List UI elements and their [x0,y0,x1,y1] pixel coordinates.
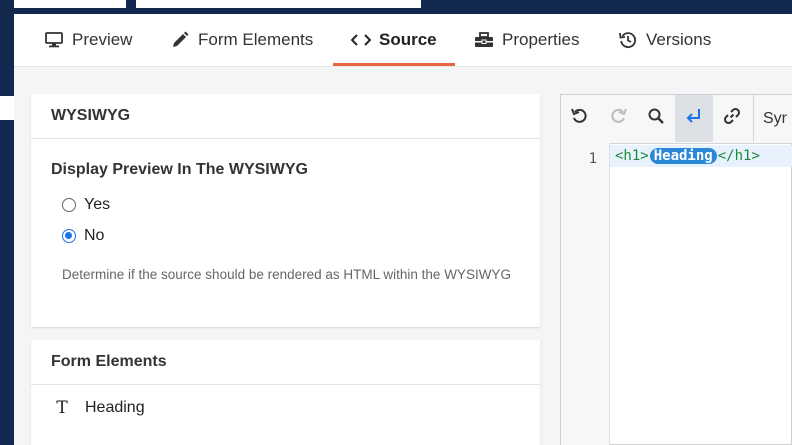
radio-label: Yes [84,196,111,213]
code-open-tag: <h1> [615,148,649,164]
pencil-icon [170,30,190,50]
search-icon [647,107,665,130]
code-editor: Syr 1 <h1> Heading </h1> [560,94,792,445]
background-card [136,0,421,8]
redo-button[interactable] [599,95,637,142]
text-type-icon: T [56,398,68,418]
toolbox-icon [474,30,494,50]
setting-title: Display Preview In The WYSIWYG [51,161,308,178]
undo-icon [571,107,589,130]
tab-versions[interactable]: Versions [618,14,711,66]
tab-label: Properties [502,30,580,49]
editor-toolbar: Syr [561,95,792,144]
monitor-icon [44,30,64,50]
editor-panel: Preview Form Elements Source Properties … [14,14,792,445]
radio-button-unchecked[interactable] [62,198,76,212]
syntax-menu-label[interactable]: Syr [763,95,787,142]
line-wrap-icon [685,107,703,130]
toolbar-divider [753,95,754,142]
radio-button-checked[interactable] [62,229,76,243]
tab-properties[interactable]: Properties [474,14,579,66]
search-button[interactable] [637,95,675,142]
line-number: 1 [588,151,597,167]
card-header: Form Elements [31,340,540,385]
tab-form-elements[interactable]: Form Elements [170,14,313,66]
undo-button[interactable] [561,95,599,142]
history-icon [618,30,638,50]
background-strip [0,96,14,120]
tab-label: Form Elements [198,30,314,49]
card-header: WYSIWYG [31,94,540,139]
background-window-edge [0,0,14,445]
radio-yes[interactable]: Yes [62,196,110,214]
tab-bar: Preview Form Elements Source Properties … [14,14,792,67]
wrap-toggle-button[interactable] [675,95,713,142]
tab-label: Versions [646,30,712,49]
tab-label: Preview [72,30,133,49]
form-elements-card: Form Elements T Heading [31,340,540,445]
code-line[interactable]: <h1> Heading </h1> [610,145,792,167]
tab-preview[interactable]: Preview [44,14,132,66]
line-gutter [561,143,610,445]
list-item-label: Heading [85,399,145,416]
wysiwyg-card: WYSIWYG Display Preview In The WYSIWYG Y… [31,94,540,327]
redo-icon [609,107,627,130]
link-icon [723,107,741,130]
background-card [0,0,126,8]
tab-source[interactable]: Source [333,14,455,66]
link-button[interactable] [713,95,751,142]
help-text: Determine if the source should be render… [62,267,511,282]
code-icon [351,30,371,50]
list-item[interactable]: T Heading [51,398,145,418]
radio-label: No [84,227,105,244]
code-close-tag: </h1> [717,148,760,164]
tab-label: Source [379,30,437,49]
radio-no[interactable]: No [62,227,104,245]
code-highlighted-text: Heading [649,148,717,164]
